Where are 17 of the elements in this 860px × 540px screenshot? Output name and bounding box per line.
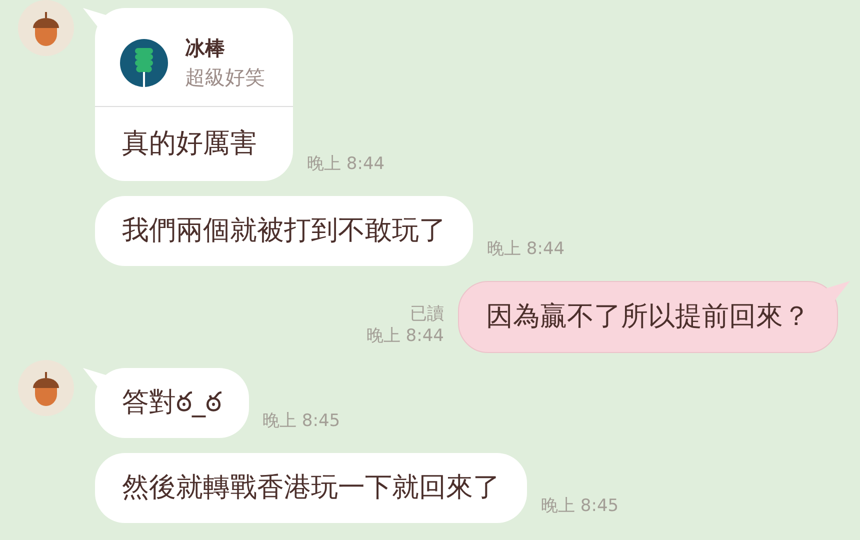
acorn-avatar-icon[interactable] bbox=[18, 360, 74, 416]
message-text: 真的好厲害 bbox=[121, 127, 258, 161]
message-time: 晚上 8:44 bbox=[487, 238, 565, 260]
message-bubble[interactable]: 因為贏不了所以提前回來？ bbox=[458, 281, 838, 353]
message-bubble[interactable]: 我們兩個就被打到不敢玩了 bbox=[95, 196, 473, 266]
message-bubble[interactable]: 冰棒 超級好笑 真的好厲害 bbox=[95, 8, 293, 181]
message-bubble[interactable]: 答對ఠ_ఠ bbox=[95, 368, 248, 438]
message-time: 晚上 8:45 bbox=[262, 410, 340, 432]
acorn-avatar-icon[interactable] bbox=[18, 0, 74, 56]
quoted-message-text: 超級好笑 bbox=[185, 64, 265, 91]
popsicle-icon bbox=[120, 39, 168, 87]
quoted-sender-name: 冰棒 bbox=[185, 35, 226, 62]
message-bubble[interactable]: 然後就轉戰香港玩一下就回來了 bbox=[95, 453, 527, 523]
read-receipt: 已讀 bbox=[410, 303, 444, 325]
message-time: 晚上 8:45 bbox=[541, 495, 619, 517]
message-time: 晚上 8:44 bbox=[307, 153, 385, 175]
message-time: 晚上 8:44 bbox=[366, 325, 444, 347]
